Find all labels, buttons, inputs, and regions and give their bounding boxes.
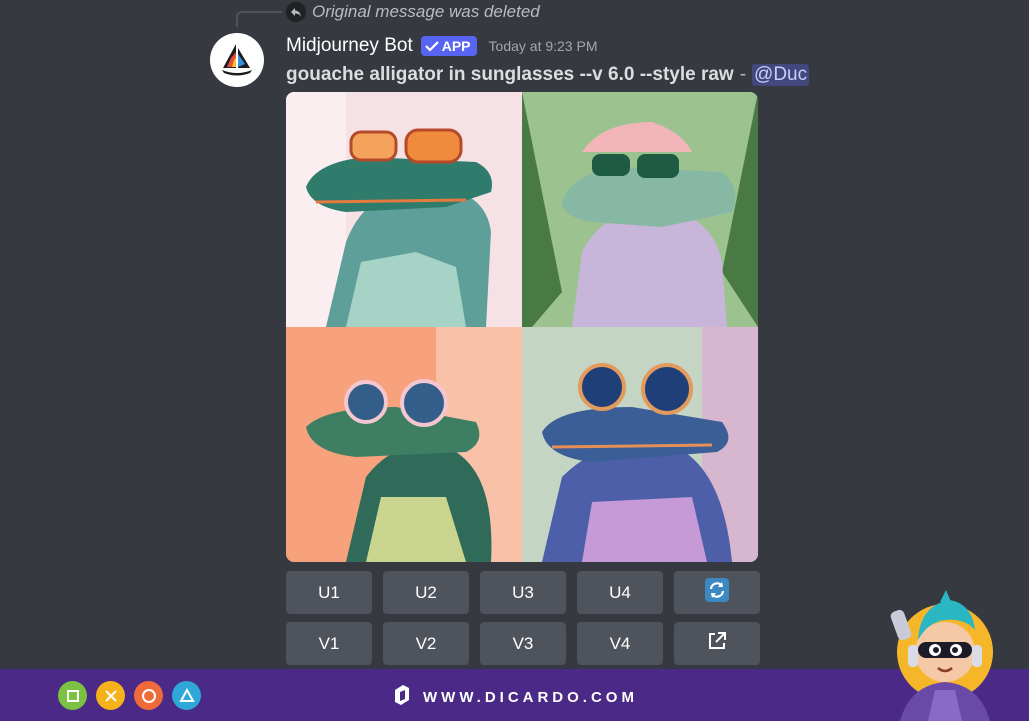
brand[interactable]: WWW.DICARDO.COM: [393, 684, 638, 711]
image-tile-2[interactable]: [522, 92, 758, 327]
cross-icon: [96, 681, 125, 710]
mascot-character: [880, 590, 1010, 721]
reply-spine: [236, 11, 282, 27]
refresh-icon: [704, 577, 730, 608]
message-content: gouache alligator in sunglasses --v 6.0 …: [286, 61, 810, 88]
circle-icon: [134, 681, 163, 710]
app-badge: APP: [420, 36, 477, 56]
reply-arrow-icon: [286, 2, 306, 22]
prompt-text: gouache alligator in sunglasses --v 6.0 …: [286, 63, 734, 85]
controller-buttons: [58, 681, 201, 710]
checkmark-icon: [424, 41, 439, 52]
reroll-button[interactable]: [674, 571, 760, 614]
variation-button-1[interactable]: V1: [286, 622, 372, 665]
dicardo-logo-icon: [393, 684, 411, 711]
variation-button-row: V1 V2 V3 V4: [286, 622, 760, 665]
midjourney-logo-icon: [222, 44, 252, 76]
avatar[interactable]: [210, 33, 264, 87]
user-mention[interactable]: @Duc: [752, 63, 810, 86]
variation-button-2[interactable]: V2: [383, 622, 469, 665]
reply-reference[interactable]: Original message was deleted: [286, 2, 540, 22]
app-badge-label: APP: [441, 38, 471, 54]
author-name[interactable]: Midjourney Bot: [286, 35, 413, 57]
variation-button-3[interactable]: V3: [480, 622, 566, 665]
upscale-button-4[interactable]: U4: [577, 571, 663, 614]
open-in-browser-button[interactable]: [674, 622, 760, 665]
variation-button-4[interactable]: V4: [577, 622, 663, 665]
upscale-button-3[interactable]: U3: [480, 571, 566, 614]
square-icon: [58, 681, 87, 710]
brand-text: WWW.DICARDO.COM: [423, 689, 638, 706]
brand-bar: WWW.DICARDO.COM: [0, 669, 1029, 721]
timestamp: Today at 9:23 PM: [488, 38, 598, 54]
upscale-button-1[interactable]: U1: [286, 571, 372, 614]
upscale-button-2[interactable]: U2: [383, 571, 469, 614]
external-link-icon: [706, 630, 728, 657]
image-grid[interactable]: [286, 92, 758, 562]
image-tile-3[interactable]: [286, 327, 522, 562]
triangle-icon: [172, 681, 201, 710]
image-tile-4[interactable]: [522, 327, 758, 562]
prompt-separator: -: [739, 63, 747, 85]
reply-text: Original message was deleted: [312, 2, 540, 21]
upscale-button-row: U1 U2 U3 U4: [286, 571, 760, 614]
image-tile-1[interactable]: [286, 92, 522, 327]
message-header: Midjourney Bot APP Today at 9:23 PM: [286, 33, 597, 59]
